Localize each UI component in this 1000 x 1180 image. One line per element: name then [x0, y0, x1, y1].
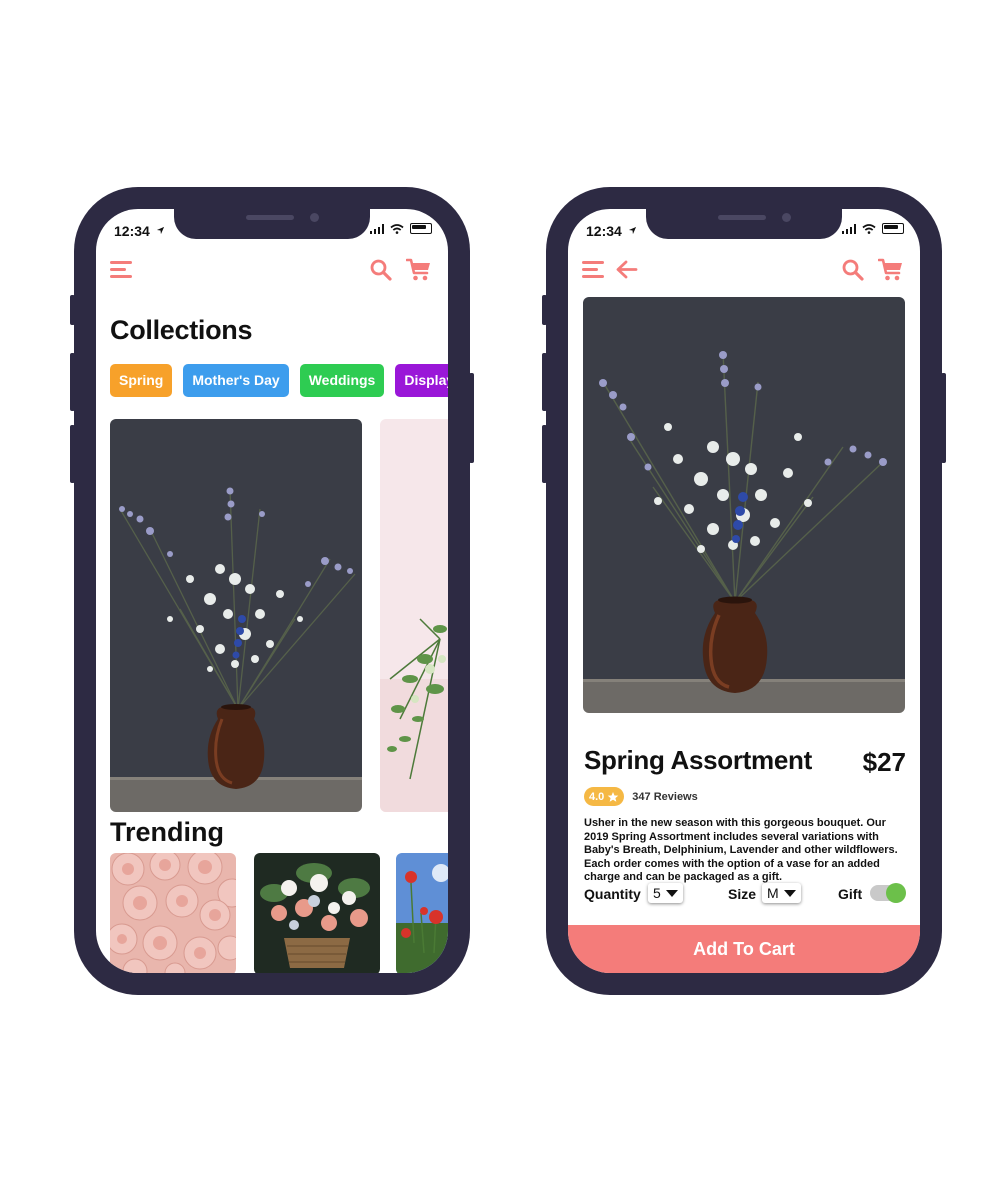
size-label: Size [728, 886, 757, 902]
rating-badge: 4.0 [584, 787, 625, 806]
pink-peonies-image [110, 853, 236, 973]
flower-basket-image [254, 853, 380, 973]
chevron-down-icon [665, 889, 678, 897]
volume-up-button [70, 353, 75, 411]
star-icon [608, 791, 619, 802]
status-time: 12:34 [586, 223, 622, 239]
quantity-select[interactable]: 5 [648, 883, 683, 903]
status-icons [841, 223, 904, 234]
cellular-signal-icon [369, 223, 384, 234]
power-button [941, 373, 946, 463]
gift-toggle[interactable] [870, 883, 906, 903]
cart-icon[interactable] [406, 258, 432, 282]
bouquet-vase-image [583, 297, 905, 713]
trending-item-poppies[interactable] [396, 853, 448, 973]
status-time: 12:34 [114, 223, 150, 239]
mute-switch [542, 295, 547, 325]
gift-label: Gift [838, 886, 863, 902]
status-icons [369, 223, 432, 234]
phone-product: 12:34 Spring Assortment $27 4.0 347 Revi… [542, 187, 946, 995]
speaker [718, 215, 766, 220]
chip-displays[interactable]: Displays [395, 364, 448, 397]
power-button [469, 373, 474, 463]
add-to-cart-button[interactable]: Add To Cart [568, 925, 920, 973]
quantity-label: Quantity [584, 886, 641, 902]
collections-title: Collections [110, 315, 253, 345]
collections-screen: 12:34 Collections Spring Mother's Day We… [96, 209, 448, 973]
volume-down-button [542, 425, 547, 483]
bouquet-vase-image [110, 419, 362, 812]
product-description: Usher in the new season with this gorgeo… [584, 817, 898, 883]
product-image[interactable] [583, 297, 905, 713]
phone-collections: 12:34 Collections Spring Mother's Day We… [70, 187, 474, 995]
hamburger-menu-icon[interactable] [582, 261, 604, 278]
wifi-icon [862, 223, 876, 234]
trending-title: Trending [110, 817, 224, 847]
mute-switch [70, 295, 75, 325]
location-arrow-icon [628, 226, 637, 235]
chip-weddings[interactable]: Weddings [299, 364, 385, 397]
search-icon[interactable] [842, 259, 864, 281]
wifi-icon [390, 223, 404, 234]
battery-icon [410, 223, 432, 234]
search-icon[interactable] [370, 259, 392, 281]
product-name: Spring Assortment [584, 745, 812, 775]
volume-down-button [70, 425, 75, 483]
collection-chips: Spring Mother's Day Weddings Displays [110, 364, 448, 397]
chip-mothers-day[interactable]: Mother's Day [183, 364, 289, 397]
cart-icon[interactable] [878, 258, 904, 282]
rating-value: 4.0 [589, 790, 605, 803]
front-camera [782, 213, 791, 222]
volume-up-button [542, 353, 547, 411]
chip-spring[interactable]: Spring [110, 364, 173, 397]
chevron-down-icon [783, 889, 796, 897]
battery-icon [882, 223, 904, 234]
collection-card-mothers-day[interactable] [380, 419, 448, 812]
size-value: M [767, 885, 779, 901]
trending-item-peonies[interactable] [110, 853, 236, 973]
front-camera [310, 213, 319, 222]
poppies-image [396, 853, 448, 973]
quantity-value: 5 [653, 885, 661, 901]
rating-row: 4.0 347 Reviews [584, 787, 698, 806]
location-arrow-icon [156, 226, 165, 235]
collection-card-spring[interactable] [110, 419, 362, 812]
size-select[interactable]: M [762, 883, 801, 903]
product-price: $27 [862, 747, 906, 777]
reviews-link[interactable]: 347 Reviews [632, 791, 697, 803]
cellular-signal-icon [841, 223, 856, 234]
trending-item-basket[interactable] [254, 853, 380, 973]
toggle-knob [886, 883, 906, 903]
arrow-left-icon[interactable] [616, 260, 638, 279]
floral-arrangement-image [380, 419, 448, 812]
notch [174, 209, 370, 239]
hamburger-menu-icon[interactable] [110, 261, 132, 278]
product-options: Quantity 5 Size M Gift [584, 883, 906, 907]
product-screen: 12:34 Spring Assortment $27 4.0 347 Revi… [568, 209, 920, 973]
notch [646, 209, 842, 239]
speaker [246, 215, 294, 220]
